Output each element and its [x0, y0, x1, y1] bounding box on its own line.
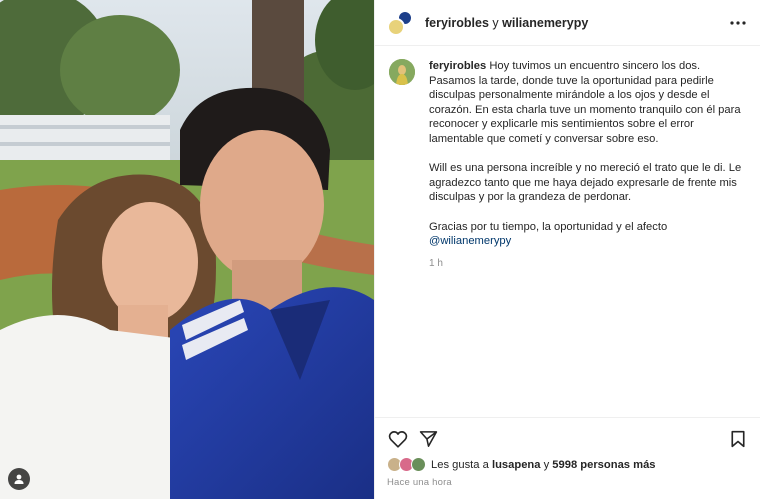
- caption-text-3: Gracias por tu tiempo, la oportunidad y …: [429, 220, 668, 233]
- actions-section: Les gusta a lusapena y 5998 personas más…: [375, 417, 760, 488]
- post-photo[interactable]: [0, 0, 374, 499]
- liker-avatars: [387, 457, 427, 473]
- bookmark-icon: [731, 430, 745, 448]
- caption-paragraph-1: feryirobles Hoy tuvimos un encuentro sin…: [429, 59, 747, 147]
- liker-avatar: [411, 457, 426, 472]
- caption: feryirobles Hoy tuvimos un encuentro sin…: [389, 59, 747, 272]
- more-options-button[interactable]: [728, 13, 748, 33]
- share-button[interactable]: [417, 428, 439, 450]
- post-timestamp[interactable]: Hace una hora: [387, 477, 749, 488]
- save-button[interactable]: [727, 428, 749, 450]
- collab-avatars[interactable]: [387, 9, 413, 36]
- user-tag-icon: [14, 474, 24, 484]
- caption-body: feryirobles Hoy tuvimos un encuentro sin…: [429, 59, 747, 272]
- header-connector: y: [492, 15, 499, 30]
- more-horizontal-icon: [730, 20, 746, 25]
- likes-others[interactable]: 5998 personas más: [552, 459, 655, 471]
- like-button[interactable]: [387, 428, 409, 450]
- mention-link[interactable]: @wilianemerypy: [429, 235, 511, 247]
- post-panel: feryirobles y wilianemerypy feryirobles: [374, 0, 760, 499]
- post-header: feryirobles y wilianemerypy: [375, 0, 760, 46]
- heart-icon: [388, 431, 408, 448]
- likes-user[interactable]: lusapena: [492, 459, 541, 471]
- post-photo-image: [0, 0, 374, 499]
- likes-summary[interactable]: Les gusta a lusapena y 5998 personas más: [387, 457, 749, 473]
- caption-username[interactable]: feryirobles: [429, 60, 486, 72]
- author-username[interactable]: feryirobles: [425, 16, 489, 30]
- action-icons-row: [387, 428, 749, 450]
- send-icon: [419, 431, 437, 447]
- comments-section[interactable]: feryirobles Hoy tuvimos un encuentro sin…: [375, 47, 760, 417]
- avatar-author[interactable]: [387, 17, 405, 36]
- caption-time: 1 h: [429, 258, 443, 270]
- collaborator-username[interactable]: wilianemerypy: [502, 16, 588, 30]
- caption-text-1: Hoy tuvimos un encuentro sincero los dos…: [429, 60, 741, 145]
- caption-avatar[interactable]: [389, 59, 415, 85]
- likes-connector: y: [543, 459, 550, 471]
- caption-paragraph-2: Will es una persona increíble y no merec…: [429, 162, 742, 204]
- caption-avatar-image: [389, 59, 415, 85]
- likes-prefix: Les gusta a: [431, 459, 489, 471]
- header-usernames: feryirobles y wilianemerypy: [425, 16, 728, 30]
- caption-paragraph-3: Gracias por tu tiempo, la oportunidad y …: [429, 220, 747, 249]
- user-tag-button[interactable]: [8, 468, 30, 490]
